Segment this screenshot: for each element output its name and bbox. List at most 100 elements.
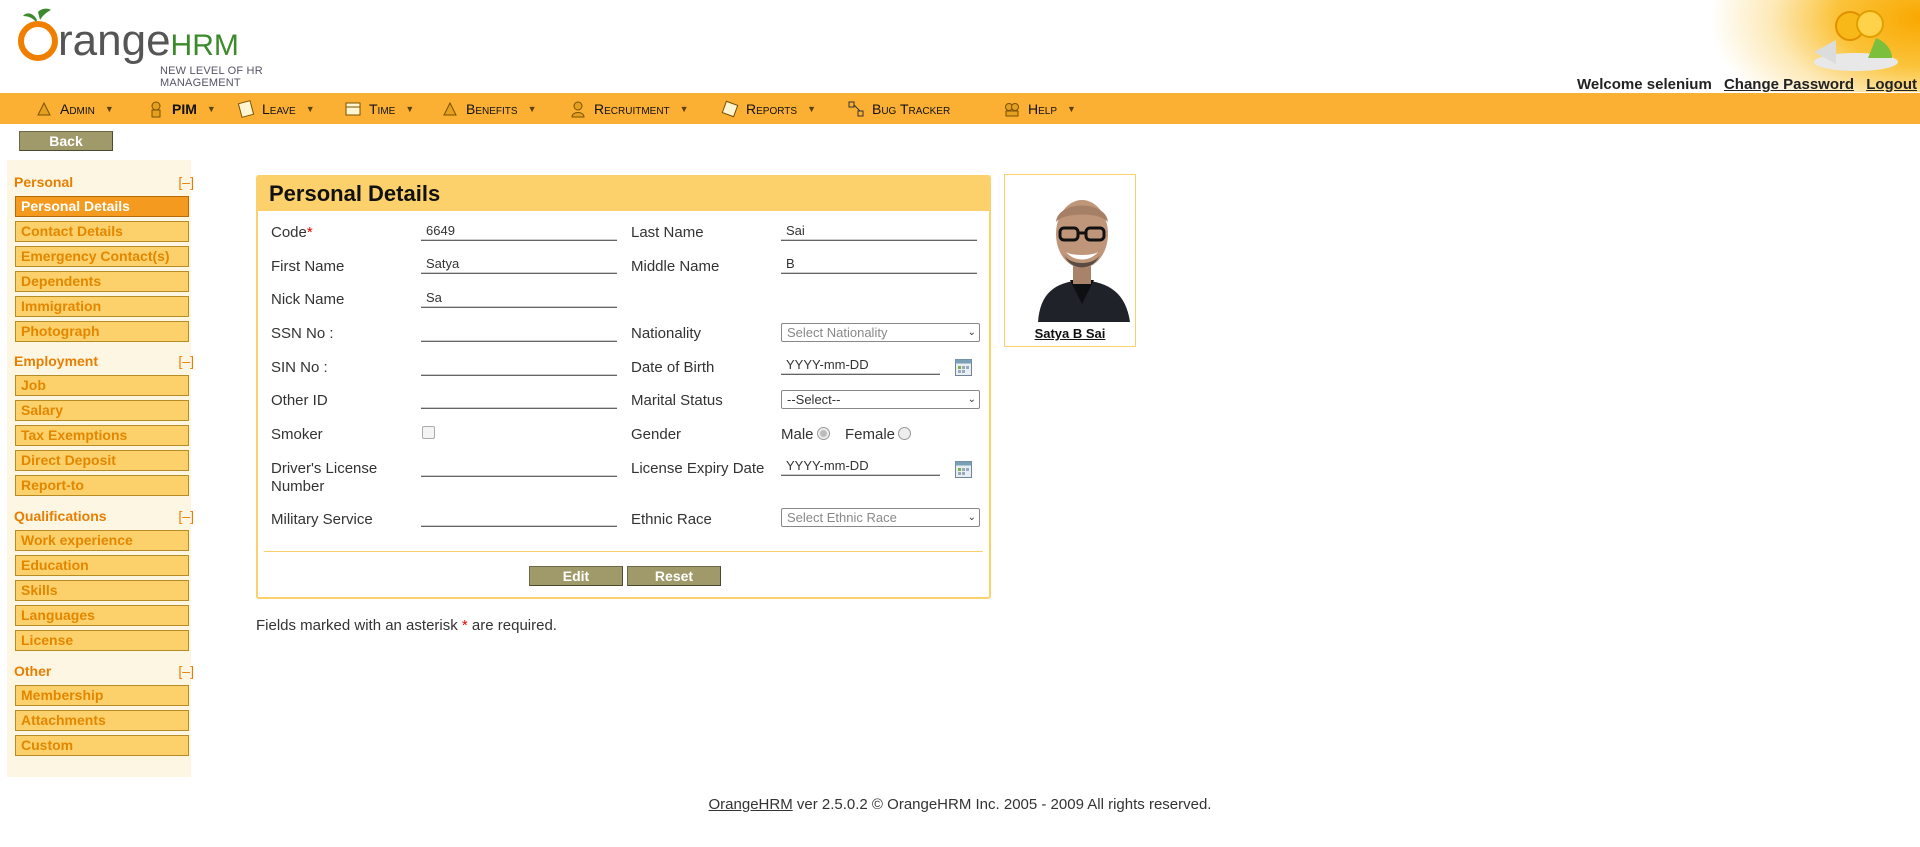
sidebar-item-salary[interactable]: Salary xyxy=(15,400,189,421)
sidebar-group-qualifications[interactable]: Qualifications [–] xyxy=(14,508,194,528)
sidebar-item-education[interactable]: Education xyxy=(15,555,189,576)
sidebar-group-employment[interactable]: Employment [–] xyxy=(14,353,194,373)
nick-name-field[interactable]: Sa xyxy=(421,289,617,308)
nationality-label: Nationality xyxy=(631,325,702,342)
menu-help[interactable]: Help ▼ xyxy=(1002,93,1076,124)
sin-field[interactable] xyxy=(421,357,617,376)
employee-photo[interactable] xyxy=(1030,182,1134,322)
edit-button[interactable]: Edit xyxy=(529,566,623,586)
calendar-icon[interactable] xyxy=(955,359,972,376)
sidebar-item-direct-deposit[interactable]: Direct Deposit xyxy=(15,450,189,471)
sidebar-item-emergency-contacts[interactable]: Emergency Contact(s) xyxy=(15,246,189,267)
menu-benefits[interactable]: Benefits ▼ xyxy=(440,93,537,124)
ethnic-race-select[interactable]: Select Ethnic Race ⌄ xyxy=(781,508,980,527)
sidebar-item-languages[interactable]: Languages xyxy=(15,605,189,626)
employee-name-link[interactable]: Satya B Sai xyxy=(1005,326,1135,341)
last-name-label: Last Name xyxy=(631,224,704,241)
smoker-label: Smoker xyxy=(271,426,323,443)
sidebar-item-report-to[interactable]: Report-to xyxy=(15,475,189,496)
sidebar-item-personal-details[interactable]: Personal Details xyxy=(15,196,189,217)
chevron-down-icon: ⌄ xyxy=(967,512,976,523)
collapse-toggle[interactable]: [–] xyxy=(178,663,194,679)
sidebar-group-other[interactable]: Other [–] xyxy=(14,663,194,683)
last-name-field[interactable]: Sai xyxy=(781,222,977,241)
required-fields-note: Fields marked with an asterisk * are req… xyxy=(256,617,557,634)
collapse-toggle[interactable]: [–] xyxy=(178,508,194,524)
menu-recruitment[interactable]: Recruitment ▼ xyxy=(568,93,689,124)
sidebar-item-contact-details[interactable]: Contact Details xyxy=(15,221,189,242)
menu-time[interactable]: Time ▼ xyxy=(343,93,414,124)
dob-field[interactable]: YYYY-mm-DD xyxy=(781,356,940,375)
marital-status-select[interactable]: --Select-- ⌄ xyxy=(781,390,980,409)
gender-male-radio[interactable] xyxy=(817,427,830,440)
drivers-license-label: Driver's License Number xyxy=(271,460,378,495)
nationality-select[interactable]: Select Nationality ⌄ xyxy=(781,323,980,342)
menu-bug-tracker[interactable]: Bug Tracker xyxy=(846,93,950,124)
chevron-down-icon: ▼ xyxy=(1067,103,1076,114)
menu-leave[interactable]: Leave ▼ xyxy=(236,93,315,124)
gender-male-label: Male xyxy=(781,426,814,443)
reports-icon xyxy=(720,99,740,119)
collapse-toggle[interactable]: [–] xyxy=(178,353,194,369)
welcome-text: Welcome selenium xyxy=(1577,76,1712,93)
chevron-down-icon: ▼ xyxy=(807,103,816,114)
chevron-down-icon: ▼ xyxy=(527,103,537,114)
menu-reports[interactable]: Reports ▼ xyxy=(720,93,816,124)
gender-female-radio[interactable] xyxy=(898,427,911,440)
military-service-field[interactable] xyxy=(421,508,617,527)
menu-admin[interactable]: Admin ▼ xyxy=(34,93,114,124)
chevron-down-icon: ▼ xyxy=(206,103,216,114)
personal-details-panel: Personal Details Code* 6649 Last Name Sa… xyxy=(256,175,991,599)
reset-button[interactable]: Reset xyxy=(627,566,721,586)
logo-wordmark: rangeHRM xyxy=(58,16,239,65)
code-field[interactable]: 6649 xyxy=(421,222,617,241)
sidebar-item-job[interactable]: Job xyxy=(15,375,189,396)
calendar-icon[interactable] xyxy=(955,461,972,478)
users-graphic-icon xyxy=(1814,10,1898,71)
collapse-toggle[interactable]: [–] xyxy=(178,174,194,190)
drivers-license-field[interactable] xyxy=(421,458,617,477)
marital-status-label: Marital Status xyxy=(631,392,723,409)
ethnic-race-label: Ethnic Race xyxy=(631,511,712,528)
bug-tracker-icon xyxy=(846,99,866,119)
orangehrm-logo: rangeHRM NEW LEVEL OF HR MANAGEMENT xyxy=(16,8,346,89)
orange-logo-icon xyxy=(18,8,58,61)
sidebar-item-custom[interactable]: Custom xyxy=(15,735,189,756)
sidebar: Personal [–] Personal Details Contact De… xyxy=(7,160,194,777)
orangehrm-link[interactable]: OrangeHRM xyxy=(709,796,793,813)
sidebar-item-immigration[interactable]: Immigration xyxy=(15,296,189,317)
sidebar-item-skills[interactable]: Skills xyxy=(15,580,189,601)
other-id-field[interactable] xyxy=(421,390,617,409)
sidebar-item-membership[interactable]: Membership xyxy=(15,685,189,706)
required-asterisk: * xyxy=(306,224,313,241)
sidebar-group-personal[interactable]: Personal [–] xyxy=(14,174,194,194)
logo-tagline: NEW LEVEL OF HR MANAGEMENT xyxy=(160,65,263,89)
sidebar-item-work-experience[interactable]: Work experience xyxy=(15,530,189,551)
chevron-down-icon: ▼ xyxy=(104,103,114,114)
sidebar-item-license[interactable]: License xyxy=(15,630,189,651)
sidebar-item-tax-exemptions[interactable]: Tax Exemptions xyxy=(15,425,189,446)
menu-pim[interactable]: PIM ▼ xyxy=(146,93,216,124)
middle-name-field[interactable]: B xyxy=(781,255,977,274)
code-label: Code* xyxy=(271,224,313,241)
back-button[interactable]: Back xyxy=(19,131,113,151)
ssn-label: SSN No : xyxy=(271,325,334,342)
benefits-icon xyxy=(440,99,460,119)
chevron-down-icon: ▼ xyxy=(679,103,689,114)
smoker-checkbox[interactable] xyxy=(422,426,435,439)
dob-label: Date of Birth xyxy=(631,359,715,376)
sidebar-item-dependents[interactable]: Dependents xyxy=(15,271,189,292)
sidebar-item-attachments[interactable]: Attachments xyxy=(15,710,189,731)
time-icon xyxy=(343,99,363,119)
ssn-field[interactable] xyxy=(421,323,617,342)
logout-link[interactable]: Logout xyxy=(1866,76,1917,93)
sin-label: SIN No : xyxy=(271,359,328,376)
main-menu-bar: Admin ▼ PIM ▼ Leave ▼ Time ▼ Benefits ▼ Recru… xyxy=(0,93,1920,124)
change-password-link[interactable]: Change Password xyxy=(1724,76,1854,93)
pim-icon xyxy=(146,99,166,119)
sidebar-item-photograph[interactable]: Photograph xyxy=(15,321,189,342)
first-name-field[interactable]: Satya xyxy=(421,255,617,274)
license-expiry-field[interactable]: YYYY-mm-DD xyxy=(781,457,940,476)
employee-photo-box: Satya B Sai xyxy=(1004,174,1136,347)
gender-female-label: Female xyxy=(845,426,896,443)
